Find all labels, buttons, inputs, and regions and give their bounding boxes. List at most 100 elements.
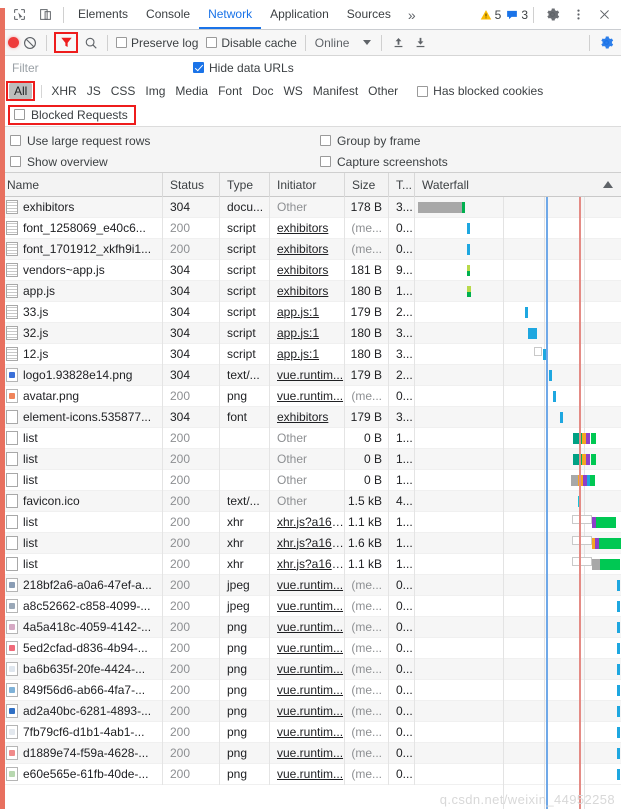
cell-initiator[interactable]: vue.runtim...: [270, 658, 345, 680]
table-row[interactable]: 12.js 304 script app.js:1 180 B 3...: [0, 343, 621, 365]
close-icon[interactable]: [591, 3, 617, 27]
table-row[interactable]: font_1701912_xkfh9i1... 200 script exhibito…: [0, 238, 621, 260]
initiator-link[interactable]: app.js:1: [277, 305, 319, 319]
tab-elements[interactable]: Elements: [69, 0, 137, 29]
table-row[interactable]: list 200 xhr xhr.js?a169... 1.1 kB 1...: [0, 511, 621, 533]
initiator-link[interactable]: exhibitors: [277, 242, 328, 256]
initiator-link[interactable]: vue.runtim...: [277, 368, 343, 382]
column-header-size[interactable]: Size: [345, 172, 389, 197]
initiator-link[interactable]: xhr.js?a169...: [277, 557, 344, 571]
disable-cache-checkbox[interactable]: Disable cache: [206, 36, 297, 50]
table-row[interactable]: exhibitors 304 docu... Other 178 B 3...: [0, 197, 621, 218]
table-row[interactable]: 33.js 304 script app.js:1 179 B 2...: [0, 301, 621, 323]
device-toolbar-icon[interactable]: [32, 3, 58, 27]
tab-application[interactable]: Application: [261, 0, 338, 29]
sort-ascending-icon[interactable]: [603, 180, 613, 188]
issue-badges[interactable]: 5 3: [480, 8, 528, 22]
cell-initiator[interactable]: vue.runtim...: [270, 721, 345, 743]
show-overview-checkbox[interactable]: Show overview: [10, 155, 320, 169]
initiator-link[interactable]: exhibitors: [277, 284, 328, 298]
record-button[interactable]: [8, 37, 19, 48]
table-row[interactable]: list 200 Other 0 B 1...: [0, 448, 621, 470]
type-filter-js[interactable]: JS: [82, 83, 106, 99]
cell-initiator[interactable]: vue.runtim...: [270, 595, 345, 617]
table-row[interactable]: 5ed2cfad-d836-4b94-... 200 png vue.runtim..…: [0, 637, 621, 659]
column-header-name[interactable]: Name: [0, 172, 163, 197]
initiator-link[interactable]: exhibitors: [277, 410, 328, 424]
cell-initiator[interactable]: vue.runtim...: [270, 364, 345, 386]
column-header-time[interactable]: T...: [389, 172, 415, 197]
initiator-link[interactable]: exhibitors: [277, 263, 328, 277]
table-row[interactable]: vendors~app.js 304 script exhibitors 181 B 9.…: [0, 259, 621, 281]
show-overview-box[interactable]: [10, 156, 21, 167]
type-filter-media[interactable]: Media: [170, 83, 213, 99]
clear-button[interactable]: [19, 36, 41, 50]
initiator-link[interactable]: vue.runtim...: [277, 704, 343, 718]
use-large-rows-checkbox[interactable]: Use large request rows: [10, 134, 320, 148]
table-row[interactable]: favicon.ico 200 text/... Other 1.5 kB 4...: [0, 490, 621, 512]
capture-screenshots-checkbox[interactable]: Capture screenshots: [320, 155, 448, 169]
initiator-link[interactable]: vue.runtim...: [277, 620, 343, 634]
cell-initiator[interactable]: exhibitors: [270, 238, 345, 260]
throttle-select-value[interactable]: Online: [315, 36, 350, 50]
type-filter-other[interactable]: Other: [363, 83, 403, 99]
hide-data-urls-box[interactable]: [193, 62, 204, 73]
table-row[interactable]: avatar.png 200 png vue.runtim... (me... 0...: [0, 385, 621, 407]
tab-network[interactable]: Network: [199, 0, 262, 29]
cell-initiator[interactable]: exhibitors: [270, 217, 345, 239]
column-header-type[interactable]: Type: [220, 172, 270, 197]
type-filter-ws[interactable]: WS: [278, 83, 307, 99]
type-filter-doc[interactable]: Doc: [247, 83, 278, 99]
cell-initiator[interactable]: xhr.js?a169...: [270, 553, 345, 575]
cell-initiator[interactable]: xhr.js?a169...: [270, 532, 345, 554]
column-header-waterfall[interactable]: Waterfall: [415, 173, 621, 197]
table-row[interactable]: 849f56d6-ab66-4fa7-... 200 png vue.runtim..…: [0, 679, 621, 701]
cell-initiator[interactable]: exhibitors: [270, 259, 345, 281]
cell-initiator[interactable]: exhibitors: [270, 406, 345, 428]
chevron-down-icon[interactable]: [363, 40, 372, 45]
initiator-link[interactable]: app.js:1: [277, 347, 319, 361]
group-by-frame-box[interactable]: [320, 135, 331, 146]
table-row[interactable]: e60e565e-61fb-40de-... 200 png vue.runtim..…: [0, 763, 621, 785]
initiator-link[interactable]: vue.runtim...: [277, 725, 343, 739]
initiator-link[interactable]: app.js:1: [277, 326, 319, 340]
group-by-frame-checkbox[interactable]: Group by frame: [320, 134, 420, 148]
type-filter-font[interactable]: Font: [213, 83, 247, 99]
initiator-link[interactable]: vue.runtim...: [277, 641, 343, 655]
disable-cache-box[interactable]: [206, 37, 218, 48]
table-row[interactable]: list 200 Other 0 B 1...: [0, 427, 621, 449]
type-filter-all[interactable]: All: [9, 83, 33, 99]
table-row[interactable]: d1889e74-f59a-4628-... 200 png vue.runtim..…: [0, 742, 621, 764]
cell-initiator[interactable]: app.js:1: [270, 301, 345, 323]
table-row[interactable]: app.js 304 script exhibitors 180 B 1...: [0, 280, 621, 302]
hide-data-urls-checkbox[interactable]: Hide data URLs: [193, 61, 294, 75]
import-har-icon[interactable]: [387, 36, 409, 49]
cell-initiator[interactable]: vue.runtim...: [270, 763, 345, 785]
table-row[interactable]: element-icons.535877... 304 font exhibitors…: [0, 406, 621, 428]
cell-initiator[interactable]: vue.runtim...: [270, 385, 345, 407]
preserve-log-checkbox[interactable]: Preserve log: [116, 36, 198, 50]
cell-initiator[interactable]: vue.runtim...: [270, 679, 345, 701]
initiator-link[interactable]: vue.runtim...: [277, 599, 343, 613]
has-blocked-cookies-checkbox[interactable]: Has blocked cookies: [417, 84, 543, 98]
search-icon[interactable]: [80, 36, 102, 50]
table-row[interactable]: ba6b635f-20fe-4424-... 200 png vue.runtim..…: [0, 658, 621, 680]
tab-console[interactable]: Console: [137, 0, 199, 29]
initiator-link[interactable]: vue.runtim...: [277, 662, 343, 676]
initiator-link[interactable]: vue.runtim...: [277, 683, 343, 697]
export-har-icon[interactable]: [409, 36, 431, 49]
cell-initiator[interactable]: xhr.js?a169...: [270, 511, 345, 533]
table-row[interactable]: a8c52662-c858-4099-... 200 jpeg vue.runtim.…: [0, 595, 621, 617]
type-filter-all-highlight[interactable]: All: [6, 81, 36, 101]
table-row[interactable]: logo1.93828e14.png 304 text/... vue.runtim.…: [0, 364, 621, 386]
column-header-status[interactable]: Status: [163, 172, 220, 197]
requests-table-body[interactable]: exhibitors 304 docu... Other 178 B 3... font_1…: [0, 197, 621, 809]
table-row[interactable]: 4a5a418c-4059-4142-... 200 png vue.runtim..…: [0, 616, 621, 638]
kebab-menu-icon[interactable]: [565, 3, 591, 27]
tab-sources[interactable]: Sources: [338, 0, 400, 29]
type-filter-xhr[interactable]: XHR: [46, 83, 81, 99]
type-filter-img[interactable]: Img: [140, 83, 170, 99]
gear-icon[interactable]: [539, 3, 565, 27]
cell-initiator[interactable]: vue.runtim...: [270, 616, 345, 638]
has-blocked-cookies-box[interactable]: [417, 85, 429, 97]
